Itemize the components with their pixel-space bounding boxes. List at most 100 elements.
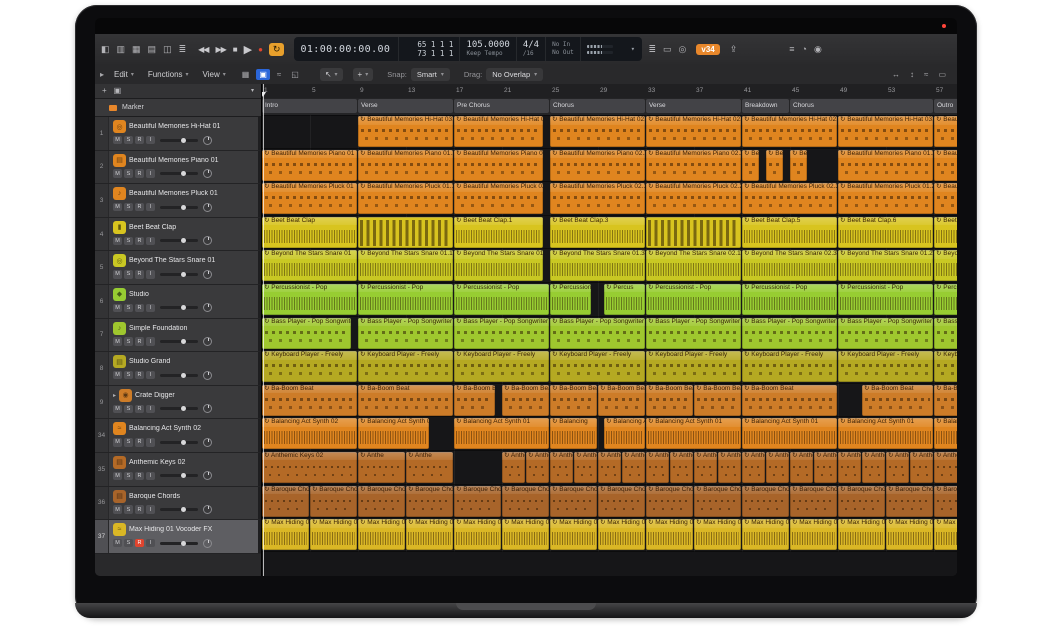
arrangement-marker[interactable]: Breakdown <box>742 99 789 113</box>
global-track-marker[interactable]: Marker <box>95 99 261 117</box>
pan-knob[interactable] <box>203 471 212 480</box>
region[interactable]: ↻ Beyond The Stars Snare 01.2 <box>838 250 933 281</box>
region[interactable]: ↻ Balancing Act Synth 02 <box>358 418 429 449</box>
mute-button[interactable]: M <box>113 505 122 514</box>
pan-knob[interactable] <box>203 270 212 279</box>
forward-button[interactable]: ▶▶ <box>215 45 225 54</box>
region[interactable]: ↻ Anthe <box>718 452 741 483</box>
volume-slider[interactable] <box>160 139 198 142</box>
record-enable-button[interactable]: R <box>135 136 144 145</box>
arrangement-marker[interactable]: Verse <box>646 99 741 113</box>
region[interactable]: ↻ Baroque Chords <box>406 486 453 517</box>
region[interactable]: ↻ Max Hiding 01 V <box>742 519 789 550</box>
solo-button[interactable]: S <box>124 304 133 313</box>
pan-knob[interactable] <box>203 438 212 447</box>
region[interactable]: ↻ Beautiful Memories Hi- <box>934 116 957 147</box>
v-zoom-icon[interactable]: ↕ <box>907 69 917 80</box>
volume-slider[interactable] <box>160 407 198 410</box>
track-header[interactable]: 1◎Beautiful Memories Hi-Hat 01MSRI <box>95 117 261 151</box>
region[interactable]: ↻ Max Hiding 01 V <box>646 519 693 550</box>
share-icon[interactable]: ⇪ <box>730 44 738 54</box>
region[interactable]: ↻ Anthe <box>838 452 861 483</box>
record-enable-button[interactable]: R <box>135 539 144 548</box>
input-monitor-button[interactable]: I <box>146 472 155 481</box>
region[interactable]: ↻ Baroque Chords <box>502 486 549 517</box>
arrangement-marker[interactable]: Intro <box>262 99 357 113</box>
region[interactable]: ↻ Anthe <box>790 452 813 483</box>
pan-knob[interactable] <box>203 404 212 413</box>
track-header[interactable]: 35▤Anthemic Keys 02MSRI <box>95 453 261 487</box>
loop-browser-icon[interactable]: ◎ <box>679 44 687 54</box>
region[interactable]: ↻ Beet Beat Clap <box>262 217 357 248</box>
region[interactable]: ↻ Keyboard Player - Freely <box>262 351 357 382</box>
mute-button[interactable]: M <box>113 438 122 447</box>
region[interactable]: ↻ Balancing Act Synth 01 <box>646 418 741 449</box>
region[interactable]: ↻ Max Hiding 01 V <box>790 519 837 550</box>
region[interactable]: ↻ Percus <box>604 284 645 315</box>
volume-slider[interactable] <box>160 172 198 175</box>
region[interactable]: ↻ Keyboard Player - Freely <box>454 351 549 382</box>
region[interactable]: ↻ Ba-Boom Beat <box>262 385 357 416</box>
region[interactable]: ↻ Be <box>766 150 783 181</box>
collaboration-icon[interactable]: ◉ <box>814 44 822 54</box>
pan-knob[interactable] <box>203 169 212 178</box>
solo-button[interactable]: S <box>124 405 133 414</box>
region[interactable]: ↻ Beautiful Memories Pluck 02 <box>454 183 543 214</box>
region[interactable]: ↻ Ba-Boo <box>934 385 957 416</box>
region[interactable]: ↻ Beet Beat Clap.6 <box>838 217 933 248</box>
input-monitor-button[interactable]: I <box>146 237 155 246</box>
track-header[interactable]: 5◎Beyond The Stars Snare 01MSRI <box>95 251 261 285</box>
region[interactable]: ↻ Bass Player - Pop Songwriter <box>550 318 645 349</box>
region[interactable]: ↻ Be <box>790 150 807 181</box>
track-header[interactable]: 2▤Beautiful Memories Piano 01MSRI <box>95 151 261 185</box>
record-button[interactable]: ● <box>258 45 262 54</box>
region[interactable]: ↻ Max Hiding 01 V <box>358 519 405 550</box>
input-monitor-button[interactable]: I <box>146 270 155 279</box>
region[interactable]: ↻ Beautiful Memories Hi-Hat 02.2 <box>646 116 741 147</box>
pan-knob[interactable] <box>203 136 212 145</box>
region[interactable]: ↻ Beautiful Memories Pluck 02.3 <box>742 183 837 214</box>
input-monitor-button[interactable]: I <box>146 405 155 414</box>
region[interactable]: ↻ Beautiful Memories Hi-Hat 03.1 <box>358 116 453 147</box>
record-enable-button[interactable]: R <box>135 337 144 346</box>
region[interactable] <box>358 217 453 248</box>
region[interactable]: ↻ Anthe <box>526 452 549 483</box>
input-monitor-button[interactable]: I <box>146 169 155 178</box>
region[interactable]: ↻ Anthe <box>646 452 669 483</box>
region[interactable]: ↻ Max Hiding 01 V <box>598 519 645 550</box>
region[interactable]: ↻ Beet Beat Clap.3 <box>550 217 645 248</box>
rewind-button[interactable]: ◀◀ <box>198 45 208 54</box>
region[interactable]: ↻ Beautiful Memories Pluck 01 <box>262 183 357 214</box>
region[interactable]: ↻ Anthe <box>574 452 597 483</box>
duplicate-track-button[interactable]: ▣ <box>114 86 122 96</box>
note-pad-icon[interactable]: ▭ <box>663 44 672 54</box>
region[interactable]: ↻ Percussionist - Pop <box>550 284 591 315</box>
region[interactable]: ↻ Balancing Act <box>604 418 645 449</box>
region[interactable]: ↻ Max Hiding 01 V <box>502 519 549 550</box>
mute-button[interactable]: M <box>113 472 122 481</box>
lcd-options-chevron-icon[interactable]: ▾ <box>627 45 639 53</box>
arrangement-marker[interactable]: Outro <box>934 99 957 113</box>
volume-slider[interactable] <box>160 306 198 309</box>
region[interactable]: ↻ Ba-Boom Beat <box>742 385 837 416</box>
region[interactable]: ↻ Balancing Act S <box>934 418 957 449</box>
mixer-icon[interactable]: ▤ <box>148 44 157 54</box>
region[interactable]: ↻ Percussionist - Pop <box>742 284 837 315</box>
record-enable-button[interactable]: R <box>135 237 144 246</box>
zoom-tool-icon[interactable]: ◱ <box>288 69 302 80</box>
region[interactable]: ↻ Max Hiding 01 V <box>886 519 933 550</box>
region[interactable]: ↻ Keyboard Player - Freely <box>358 351 453 382</box>
toggle-inspector-icon[interactable]: ▥ <box>117 44 126 54</box>
smart-controls-icon[interactable]: ▦ <box>132 44 141 54</box>
region[interactable]: ↻ Max Hiding 01 V <box>838 519 885 550</box>
grid-icon[interactable]: ▦ <box>239 69 253 80</box>
region[interactable]: ↻ Beautiful Memories Pluck 01.1 <box>358 183 453 214</box>
region[interactable]: ↻ Balancing Act Synth 01 <box>742 418 837 449</box>
region[interactable]: ↻ Anthe <box>670 452 693 483</box>
toggle-library-icon[interactable]: ◧ <box>101 44 110 54</box>
play-button[interactable]: ▶ <box>244 43 251 56</box>
menu-view[interactable]: View▾ <box>198 69 231 80</box>
region[interactable]: ↻ Baroque Chords <box>310 486 357 517</box>
region[interactable]: ↻ Percussionist - Pop <box>262 284 357 315</box>
region[interactable]: ↻ Anthe <box>814 452 837 483</box>
